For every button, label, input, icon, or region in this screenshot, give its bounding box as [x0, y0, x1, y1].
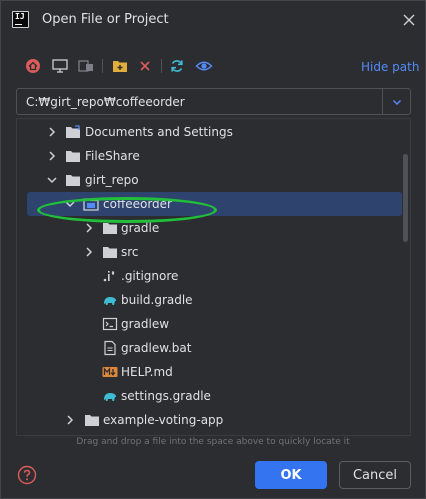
tree-item-label: HELP.md — [121, 365, 173, 379]
folder-icon — [66, 175, 80, 186]
hide-path-link[interactable]: Hide path — [361, 60, 419, 74]
file-tree[interactable]: Documents and Settings FileShare girt_re… — [16, 118, 411, 436]
tree-item-label: girt_repo — [85, 173, 139, 187]
help-icon[interactable] — [17, 465, 37, 485]
tree-item-help-md[interactable]: HELP.md — [17, 360, 403, 384]
tree-item-coffeeorder[interactable]: coffeeorder — [27, 192, 402, 216]
tree-item-settings-gradle[interactable]: settings.gradle — [17, 384, 403, 408]
tree-item-src[interactable]: src — [17, 240, 403, 264]
tree-item-build-gradle[interactable]: build.gradle — [17, 288, 403, 312]
tree-item-label: example-voting-app — [103, 413, 224, 427]
tree-item-example-voting-app[interactable]: example-voting-app — [17, 408, 403, 432]
ok-button[interactable]: OK — [255, 461, 327, 489]
chevron-right-icon[interactable] — [46, 126, 58, 138]
terminal-script-icon — [102, 317, 118, 331]
tree-item-gradle[interactable]: gradle — [17, 216, 403, 240]
chevron-right-icon[interactable] — [83, 246, 95, 258]
toolbar-separator — [161, 59, 162, 73]
markdown-icon — [102, 367, 118, 377]
tree-item-label: FileShare — [85, 149, 140, 163]
tree-item-label: coffeeorder — [103, 197, 172, 211]
new-folder-icon[interactable] — [111, 57, 129, 75]
path-field[interactable] — [16, 88, 411, 115]
path-input[interactable] — [17, 89, 382, 114]
open-file-dialog: IJ Open File or Project Hide path C:₩gir… — [0, 0, 426, 499]
tree-item-gitignore[interactable]: .gitignore — [17, 264, 403, 288]
tree-item-label: gradle — [121, 221, 160, 235]
module-folder-icon — [83, 198, 99, 211]
drag-drop-hint: Drag and drop a file into the space abov… — [76, 437, 350, 447]
gradle-elephant-icon — [104, 393, 117, 401]
path-history-dropdown[interactable] — [382, 89, 410, 114]
intellij-logo-icon: IJ — [12, 11, 29, 28]
folder-icon — [85, 415, 99, 426]
chevron-right-icon[interactable] — [83, 222, 95, 234]
tree-item-gradlew-bat[interactable]: gradlew.bat — [17, 336, 403, 360]
folder-link-icon — [66, 125, 80, 138]
dialog-title: Open File or Project — [42, 12, 169, 27]
tree-item-label: src — [121, 245, 139, 259]
tree-item-girt-repo[interactable]: girt_repo — [17, 168, 403, 192]
chevron-down-icon[interactable] — [46, 174, 58, 186]
tree-item-label: gradlew — [121, 317, 170, 331]
title-bar: IJ Open File or Project — [1, 1, 425, 39]
tree-item-label: gradlew.bat — [121, 341, 192, 355]
chevron-right-icon[interactable] — [64, 414, 76, 426]
delete-icon[interactable] — [136, 57, 154, 75]
project-icon[interactable] — [77, 57, 95, 75]
folder-icon — [103, 223, 117, 234]
home-icon[interactable] — [24, 57, 42, 75]
tree-item-label: build.gradle — [121, 293, 193, 307]
chevron-down-icon — [392, 99, 402, 106]
gradle-elephant-icon — [104, 297, 117, 305]
gitignore-icon — [103, 271, 115, 282]
tree-item-label: settings.gradle — [121, 389, 211, 403]
tree-scrollbar[interactable] — [403, 154, 408, 242]
folder-icon — [66, 151, 80, 162]
tree-item-documents-and-settings[interactable]: Documents and Settings — [17, 120, 403, 144]
cancel-button[interactable]: Cancel — [339, 461, 411, 489]
chevron-right-icon[interactable] — [46, 150, 58, 162]
text-file-icon — [104, 340, 116, 356]
toolbar: Hide path — [1, 53, 425, 79]
toolbar-separator — [102, 59, 103, 73]
refresh-icon[interactable] — [168, 57, 186, 75]
chevron-down-icon[interactable] — [64, 198, 76, 210]
tree-item-label: Documents and Settings — [85, 125, 233, 139]
close-icon[interactable] — [401, 12, 417, 28]
tree-item-label: .gitignore — [121, 269, 179, 283]
tree-item-gradlew[interactable]: gradlew — [17, 312, 403, 336]
folder-icon — [103, 247, 117, 258]
show-hidden-icon[interactable] — [195, 57, 213, 75]
tree-item-fileshare[interactable]: FileShare — [17, 144, 403, 168]
desktop-icon[interactable] — [51, 57, 69, 75]
